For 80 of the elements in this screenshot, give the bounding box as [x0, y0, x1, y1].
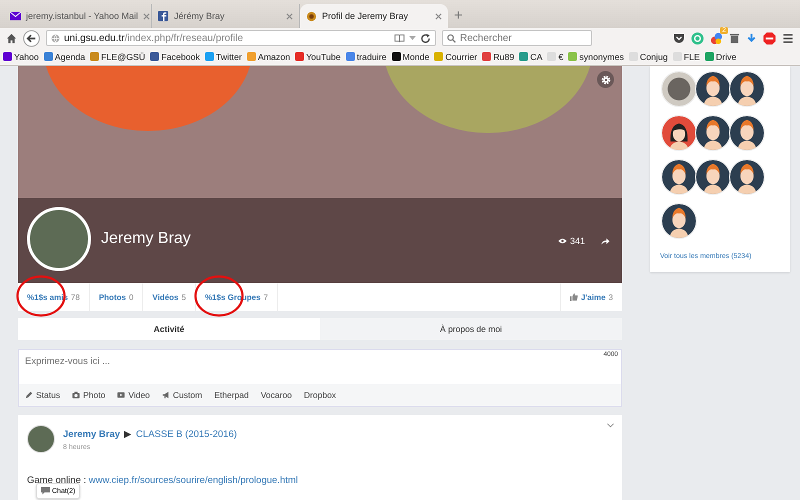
- bookmark[interactable]: synonymes: [568, 52, 624, 62]
- bookmark[interactable]: Ru89: [482, 52, 514, 62]
- pocket-icon[interactable]: [673, 32, 685, 44]
- bookmark[interactable]: CA: [519, 52, 542, 62]
- member-avatar[interactable]: [695, 115, 731, 151]
- bookmark[interactable]: Yahoo: [3, 52, 39, 62]
- bookmark[interactable]: Facebook: [150, 52, 200, 62]
- profile-stat-link[interactable]: Vidéos 5: [143, 283, 196, 311]
- member-avatar[interactable]: [695, 159, 731, 195]
- address-bar[interactable]: uni.gsu.edu.tr/index.php/fr/reseau/profile: [46, 30, 436, 46]
- bookmark[interactable]: Amazon: [246, 52, 290, 62]
- search-field[interactable]: Rechercher: [442, 30, 592, 46]
- reader-view-icon[interactable]: [394, 34, 405, 42]
- bookmark[interactable]: Agenda: [44, 52, 86, 62]
- trash-icon[interactable]: [729, 32, 740, 44]
- megaphone-icon: [162, 391, 170, 399]
- bookmark[interactable]: traduire: [346, 52, 387, 62]
- pencil-icon: [25, 391, 33, 399]
- browser-tab[interactable]: Profil de Jeremy Bray: [300, 4, 448, 28]
- post-type-button[interactable]: Video: [117, 390, 150, 400]
- view-count: 341: [558, 236, 585, 246]
- tab-title: Profil de Jeremy Bray: [322, 11, 410, 21]
- bookmark[interactable]: FLE@GSÜ: [90, 52, 146, 62]
- globe-icon: [51, 34, 60, 42]
- arrow-separator: ▶: [124, 428, 132, 440]
- member-avatar[interactable]: [661, 203, 697, 239]
- share-icon[interactable]: [601, 237, 610, 245]
- group-link[interactable]: CLASSE B (2015-2016): [136, 428, 237, 440]
- post-type-button[interactable]: Status: [25, 390, 60, 400]
- post-type-button[interactable]: Etherpad: [214, 390, 249, 400]
- like-link[interactable]: J'aime 3: [560, 283, 622, 311]
- video-icon: [117, 391, 126, 399]
- tab-title: jeremy.istanbul - Yahoo Mail: [26, 11, 138, 21]
- close-icon[interactable]: [435, 12, 442, 20]
- post-type-button[interactable]: Custom: [162, 390, 202, 400]
- member-photo[interactable]: [661, 71, 697, 107]
- author-photo: [27, 425, 55, 453]
- facebook-icon: [158, 10, 169, 22]
- bookmark[interactable]: €: [547, 52, 564, 62]
- member-avatar[interactable]: [729, 115, 765, 151]
- author-link[interactable]: Jeremy Bray: [63, 428, 120, 440]
- menu-icon[interactable]: [782, 32, 794, 44]
- member-avatar[interactable]: [695, 71, 731, 107]
- eye-icon: [558, 238, 567, 244]
- post-text: Game online : www.ciep.fr/sources/sourire/english/prologue.html: [27, 475, 299, 486]
- profile-stat-link[interactable]: Photos 0: [90, 283, 144, 311]
- close-icon[interactable]: [286, 12, 293, 20]
- search-icon: [447, 34, 456, 42]
- back-icon[interactable]: [23, 30, 40, 46]
- url-text: uni.gsu.edu.tr/index.php/fr/reseau/profile: [64, 32, 244, 44]
- chevron-down-icon[interactable]: [607, 423, 614, 428]
- thumbs-up-icon: [570, 293, 578, 301]
- close-icon[interactable]: [143, 12, 150, 20]
- camera-icon: [72, 391, 80, 399]
- bookmark[interactable]: Courrier: [434, 52, 478, 62]
- post-type-button[interactable]: Dropbox: [304, 390, 336, 400]
- home-icon[interactable]: [6, 32, 17, 44]
- site-icon: [306, 10, 317, 22]
- member-avatar[interactable]: [661, 159, 697, 195]
- post-link[interactable]: www.ciep.fr/sources/sourire/english/prologue.html: [88, 475, 298, 486]
- member-avatar[interactable]: [729, 159, 765, 195]
- profile-name: Jeremy Bray: [101, 230, 191, 248]
- bookmark[interactable]: Conjug: [628, 52, 668, 62]
- profile-tab[interactable]: À propos de moi: [320, 318, 622, 340]
- settings-icon: [600, 74, 610, 84]
- chat-icon: [41, 487, 50, 495]
- bookmark[interactable]: YouTube: [295, 52, 341, 62]
- bookmark[interactable]: Twitter: [204, 52, 242, 62]
- post-type-button[interactable]: Photo: [72, 390, 106, 400]
- bookmark[interactable]: Monde: [392, 52, 430, 62]
- reload-icon[interactable]: [420, 32, 431, 44]
- download-icon[interactable]: [746, 32, 757, 44]
- tab-title: Jérémy Bray: [174, 11, 226, 21]
- post-type-button[interactable]: Vocaroo: [260, 390, 292, 400]
- bookmark[interactable]: Drive: [704, 52, 736, 62]
- profile-tab[interactable]: Activité: [18, 318, 320, 340]
- member-avatar[interactable]: [729, 71, 765, 107]
- bookmark[interactable]: FLE: [672, 52, 700, 62]
- mail-icon: [10, 10, 21, 22]
- member-avatar[interactable]: [661, 115, 697, 151]
